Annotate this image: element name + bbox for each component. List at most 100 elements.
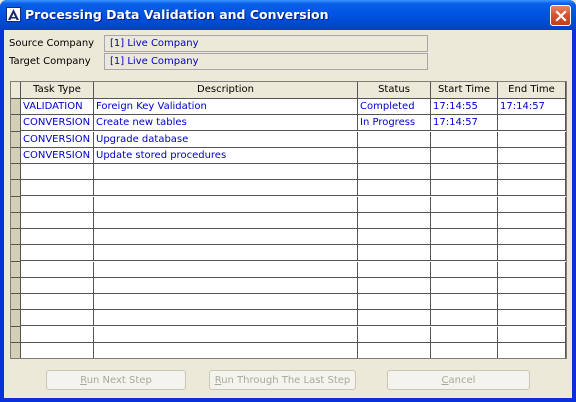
status-cell[interactable] xyxy=(358,310,431,327)
table-row[interactable]: CONVERSION Update stored procedures xyxy=(21,147,566,164)
task-type-cell[interactable] xyxy=(21,164,94,180)
app-logo-icon[interactable] xyxy=(6,7,21,22)
table-row[interactable]: CONVERSION Create new tables In Progress 17… xyxy=(21,115,566,132)
end-time-cell[interactable] xyxy=(498,326,566,343)
status-cell[interactable] xyxy=(358,180,431,197)
status-cell[interactable] xyxy=(358,294,431,310)
start-time-cell[interactable] xyxy=(431,229,498,245)
start-time-cell[interactable] xyxy=(431,294,498,310)
table-row[interactable]: CONVERSION Upgrade database xyxy=(21,131,566,148)
description-cell[interactable] xyxy=(94,180,358,197)
start-time-cell[interactable] xyxy=(431,261,498,278)
description-cell[interactable] xyxy=(94,196,358,213)
close-button[interactable] xyxy=(550,5,571,26)
table-row[interactable] xyxy=(21,229,566,245)
description-cell[interactable]: Foreign Key Validation xyxy=(94,99,358,115)
task-type-cell[interactable] xyxy=(21,229,94,245)
description-cell[interactable] xyxy=(94,261,358,278)
row-selector[interactable] xyxy=(11,278,20,294)
end-time-cell[interactable] xyxy=(498,229,566,245)
table-row[interactable] xyxy=(21,277,566,294)
task-type-cell[interactable] xyxy=(21,310,94,327)
description-cell[interactable] xyxy=(94,212,358,229)
status-cell[interactable] xyxy=(358,229,431,245)
end-time-cell[interactable] xyxy=(498,131,566,148)
description-cell[interactable] xyxy=(94,310,358,327)
status-cell[interactable] xyxy=(358,196,431,213)
start-time-cell[interactable] xyxy=(431,310,498,327)
end-time-cell[interactable] xyxy=(498,294,566,310)
description-cell[interactable]: Upgrade database xyxy=(94,131,358,148)
end-time-cell[interactable] xyxy=(498,196,566,213)
task-type-cell[interactable]: CONVERSION xyxy=(21,131,94,148)
status-cell[interactable] xyxy=(358,245,431,262)
row-selector[interactable] xyxy=(11,310,20,327)
row-selector[interactable] xyxy=(11,327,20,343)
end-time-cell[interactable] xyxy=(498,261,566,278)
status-cell[interactable]: In Progress xyxy=(358,115,431,132)
status-cell[interactable] xyxy=(358,131,431,148)
task-type-cell[interactable]: CONVERSION xyxy=(21,115,94,132)
row-selector[interactable] xyxy=(11,148,20,164)
row-selector[interactable] xyxy=(11,132,20,148)
start-time-cell[interactable] xyxy=(431,342,498,358)
description-cell[interactable]: Create new tables xyxy=(94,115,358,132)
table-row[interactable] xyxy=(21,326,566,343)
description-cell[interactable] xyxy=(94,277,358,294)
status-cell[interactable] xyxy=(358,164,431,180)
task-type-cell[interactable]: CONVERSION xyxy=(21,147,94,164)
end-time-cell[interactable] xyxy=(498,180,566,197)
end-time-cell[interactable] xyxy=(498,342,566,358)
description-cell[interactable] xyxy=(94,294,358,310)
title-bar[interactable]: Processing Data Validation and Conversio… xyxy=(0,0,576,30)
task-type-cell[interactable] xyxy=(21,261,94,278)
table-row[interactable] xyxy=(21,180,566,197)
task-type-cell[interactable] xyxy=(21,326,94,343)
task-grid[interactable]: Task Type Description Status Start Time … xyxy=(10,81,567,359)
run-next-step-button[interactable]: Run Next Step xyxy=(46,370,186,390)
row-selector[interactable] xyxy=(11,245,20,262)
start-time-cell[interactable] xyxy=(431,245,498,262)
table-row[interactable] xyxy=(21,294,566,310)
status-cell[interactable] xyxy=(358,326,431,343)
table-row[interactable] xyxy=(21,212,566,229)
start-time-cell[interactable]: 17:14:55 xyxy=(431,99,498,115)
description-cell[interactable]: Update stored procedures xyxy=(94,147,358,164)
status-cell[interactable] xyxy=(358,261,431,278)
status-cell[interactable] xyxy=(358,342,431,358)
end-time-cell[interactable]: 17:14:57 xyxy=(498,99,566,115)
task-type-cell[interactable] xyxy=(21,212,94,229)
task-type-cell[interactable] xyxy=(21,294,94,310)
table-row[interactable] xyxy=(21,164,566,180)
column-header-description[interactable]: Description xyxy=(94,82,358,98)
end-time-cell[interactable] xyxy=(498,115,566,132)
end-time-cell[interactable] xyxy=(498,310,566,327)
end-time-cell[interactable] xyxy=(498,147,566,164)
end-time-cell[interactable] xyxy=(498,277,566,294)
start-time-cell[interactable] xyxy=(431,277,498,294)
row-selector[interactable] xyxy=(11,294,20,311)
task-type-cell[interactable] xyxy=(21,180,94,197)
column-header-status[interactable]: Status xyxy=(358,82,431,98)
row-selector[interactable] xyxy=(11,180,20,197)
cancel-button[interactable]: Cancel xyxy=(387,370,530,390)
description-cell[interactable] xyxy=(94,164,358,180)
row-selector[interactable] xyxy=(11,164,20,181)
status-cell[interactable] xyxy=(358,147,431,164)
table-row[interactable]: VALIDATION Foreign Key Validation Complete… xyxy=(21,99,566,115)
status-cell[interactable]: Completed xyxy=(358,99,431,115)
end-time-cell[interactable] xyxy=(498,212,566,229)
description-cell[interactable] xyxy=(94,342,358,358)
start-time-cell[interactable] xyxy=(431,326,498,343)
start-time-cell[interactable] xyxy=(431,164,498,180)
start-time-cell[interactable] xyxy=(431,147,498,164)
description-cell[interactable] xyxy=(94,229,358,245)
table-row[interactable] xyxy=(21,342,566,358)
start-time-cell[interactable] xyxy=(431,212,498,229)
task-type-cell[interactable] xyxy=(21,342,94,358)
column-header-end-time[interactable]: End Time xyxy=(498,82,566,98)
row-selector[interactable] xyxy=(11,262,20,278)
description-cell[interactable] xyxy=(94,245,358,262)
end-time-cell[interactable] xyxy=(498,245,566,262)
description-cell[interactable] xyxy=(94,326,358,343)
